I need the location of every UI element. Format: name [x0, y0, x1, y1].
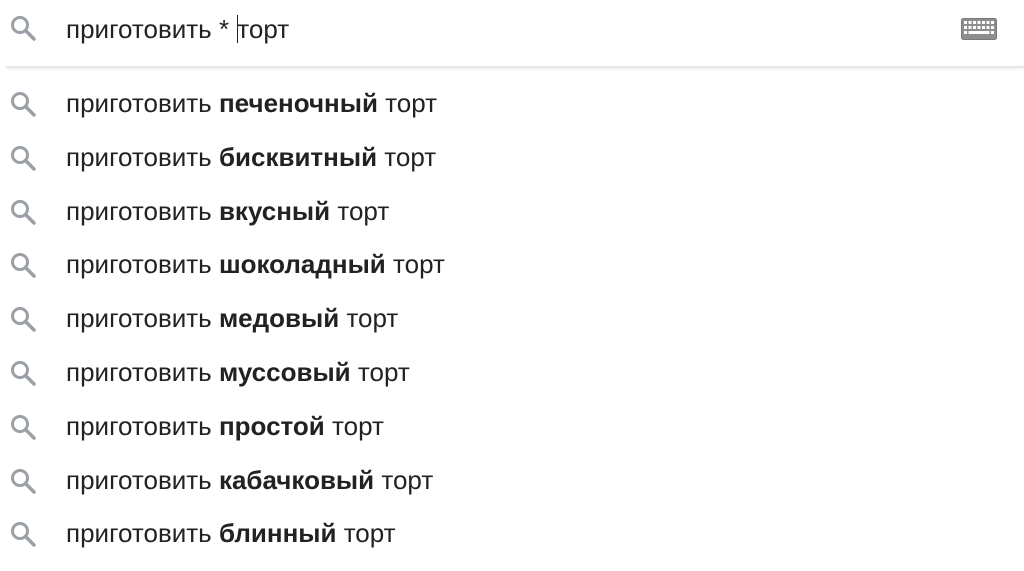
suggestion-text: приготовить простой торт: [66, 407, 384, 445]
search-icon: [9, 305, 37, 333]
suggestion-text: приготовить медовый торт: [66, 299, 398, 337]
search-bar[interactable]: приготовить * торт: [0, 0, 1024, 68]
search-icon: [9, 467, 37, 495]
search-icon: [9, 359, 37, 387]
suggestion-suffix: торт: [377, 141, 437, 172]
suggestion-item[interactable]: приготовить простой торт: [0, 399, 1024, 453]
query-text-after-caret: торт: [237, 14, 290, 44]
suggestion-item[interactable]: приготовить блинный торт: [0, 506, 1024, 560]
suggestion-highlight: печеночный: [218, 88, 378, 118]
suggestion-highlight: бисквитный: [218, 141, 378, 172]
suggestion-text: приготовить печеночный торт: [66, 84, 437, 122]
suggestion-text: приготовить блинный торт: [66, 514, 396, 552]
suggestion-suffix: торт: [377, 88, 438, 118]
search-icon: [9, 413, 37, 441]
suggestion-prefix: приготовить: [66, 356, 219, 387]
search-icon[interactable]: [9, 14, 37, 42]
suggestion-highlight: блинный: [218, 518, 337, 549]
keyboard-icon[interactable]: [961, 18, 997, 40]
search-divider: [6, 66, 1024, 68]
suggestion-text: приготовить шоколадный торт: [66, 245, 445, 283]
suggestion-prefix: приготовить: [66, 249, 219, 280]
suggestion-item[interactable]: приготовить медовый торт: [0, 291, 1024, 345]
suggestion-suffix: торт: [339, 303, 399, 334]
search-icon: [9, 520, 37, 548]
suggestion-prefix: приготовить: [66, 195, 219, 226]
suggestion-prefix: приготовить: [66, 303, 219, 334]
suggestion-highlight: муссовый: [218, 356, 351, 387]
search-icon: [9, 251, 37, 279]
suggestion-suffix: торт: [330, 195, 390, 226]
suggestion-suffix: торт: [336, 518, 396, 549]
suggestion-highlight: кабачковый: [218, 464, 375, 495]
suggestion-text: приготовить кабачковый торт: [66, 461, 433, 499]
suggestion-prefix: приготовить: [66, 410, 219, 441]
suggestion-item[interactable]: приготовить вкусный торт: [0, 184, 1024, 238]
suggestion-item[interactable]: приготовить печеночный торт: [0, 76, 1024, 130]
suggestion-suffix: торт: [324, 410, 384, 441]
search-icon: [9, 198, 37, 226]
suggestion-item[interactable]: приготовить бисквитный торт: [0, 130, 1024, 184]
suggestion-suffix: торт: [374, 464, 434, 495]
suggestion-prefix: приготовить: [66, 141, 219, 172]
suggestion-highlight: простой: [218, 410, 325, 441]
suggestion-item[interactable]: приготовить шоколадный торт: [0, 237, 1024, 291]
suggestion-text: приготовить муссовый торт: [66, 353, 410, 391]
suggestion-highlight: шоколадный: [218, 249, 386, 280]
search-icon: [9, 90, 37, 118]
suggestion-suffix: торт: [350, 356, 410, 387]
suggestion-list: приготовить печеночный торт приготовить б…: [0, 76, 1024, 560]
suggestion-prefix: приготовить: [66, 88, 219, 118]
suggestion-prefix: приготовить: [66, 518, 219, 549]
search-input[interactable]: приготовить * торт: [66, 10, 289, 48]
suggestion-highlight: медовый: [218, 303, 340, 334]
search-icon: [9, 144, 37, 172]
suggestion-item[interactable]: приготовить муссовый торт: [0, 345, 1024, 399]
suggestion-text: приготовить вкусный торт: [66, 192, 389, 230]
suggestion-suffix: торт: [385, 249, 445, 280]
suggestion-item[interactable]: приготовить кабачковый торт: [0, 453, 1024, 507]
suggestion-text: приготовить бисквитный торт: [66, 138, 436, 176]
query-text-before-caret: приготовить *: [66, 14, 237, 44]
suggestion-highlight: вкусный: [218, 195, 331, 226]
suggestion-prefix: приготовить: [66, 464, 219, 495]
